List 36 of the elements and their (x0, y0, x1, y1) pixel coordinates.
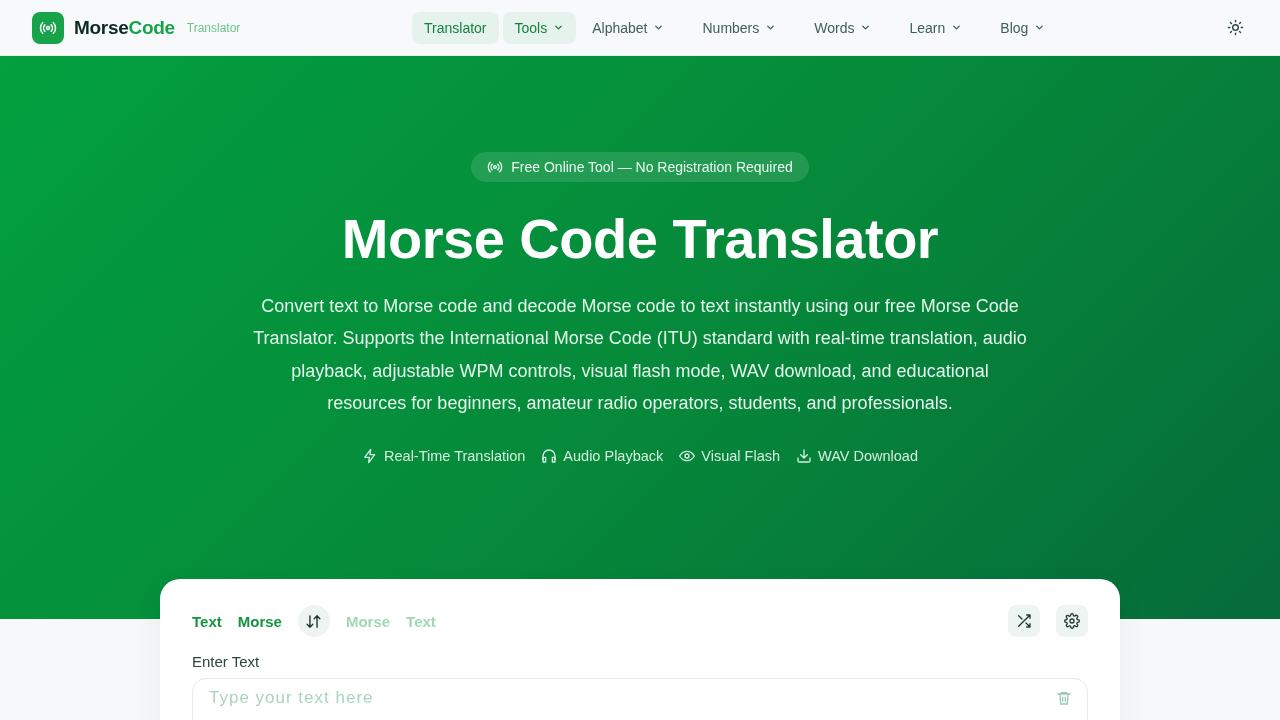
nav-link[interactable]: Words (802, 11, 884, 44)
nav-link[interactable]: Blog (988, 11, 1058, 44)
hero-description: Convert text to Morse code and decode Morse code to text instantly using our free Morse Code Translator. Supports the International Morse Code (ITU) standard with real-time translation, audio playback, adjustable WPM controls, visual flash mode, WAV download, and educational resources for beginners, amateur radio operators, students, and professionals. (252, 294, 1028, 416)
logo-tagline: Translator (186, 20, 241, 35)
chevron-down-icon (765, 22, 777, 33)
nav-link[interactable]: Translator (412, 11, 499, 44)
nav-link[interactable]: Tools (502, 11, 577, 44)
feature-label: Audio Playback (563, 447, 664, 464)
download-icon (796, 447, 812, 464)
nav-link[interactable]: Numbers (690, 11, 789, 44)
shuffle-icon (1016, 613, 1032, 629)
mode-label[interactable]: Morse (237, 612, 282, 630)
input-label: Enter Text (192, 653, 261, 670)
chevron-down-icon (653, 22, 665, 33)
logo-text[interactable]: MorseCode (74, 16, 175, 39)
swap-button[interactable] (297, 605, 330, 637)
settings-button[interactable] (1056, 605, 1088, 637)
badge-text: Free Online Tool — No Registration Required (511, 159, 793, 175)
chevron-down-icon (860, 22, 872, 33)
swap-arrows-icon (305, 612, 323, 630)
chevron-down-icon (553, 22, 565, 33)
nav-link[interactable]: Alphabet (580, 11, 677, 44)
feature-label: WAV Download (818, 447, 918, 464)
shuffle-button[interactable] (1008, 605, 1040, 637)
mode-label[interactable]: Text (192, 612, 222, 630)
settings-icon (1064, 613, 1080, 629)
feature-label: Real-Time Translation (384, 447, 526, 464)
logo-icon[interactable] (32, 11, 64, 44)
broadcast-icon (487, 159, 504, 175)
text-input-field[interactable]: Type your text here (192, 678, 1088, 720)
headphones-icon (541, 447, 558, 464)
chevron-down-icon (1034, 22, 1046, 33)
chevron-down-icon (951, 22, 963, 33)
feature-label: Visual Flash (701, 447, 780, 464)
nav-link[interactable]: Learn (897, 11, 975, 44)
hero-title: Morse Code Translator (341, 208, 939, 270)
